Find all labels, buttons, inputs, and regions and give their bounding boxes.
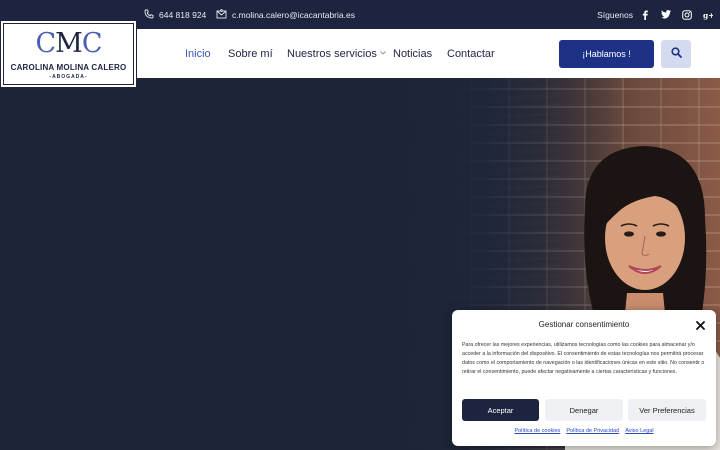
- nav-item-contactar[interactable]: Contactar: [447, 29, 495, 78]
- twitter-icon[interactable]: [661, 10, 671, 20]
- email-address: c.molina.calero@icacantabria.es: [232, 9, 355, 20]
- search-button[interactable]: [661, 40, 691, 68]
- google-plus-icon[interactable]: g+: [703, 10, 713, 20]
- privacy-policy-link[interactable]: Política de Privacidad: [566, 428, 619, 434]
- follow-label: Síguenos: [597, 9, 633, 20]
- nav-item-sobre-mi[interactable]: Sobre mí: [228, 29, 273, 78]
- instagram-icon[interactable]: [682, 9, 692, 20]
- nav-item-servicios-label: Nuestros servicios: [287, 47, 377, 60]
- phone-number: 644 818 924: [159, 9, 207, 20]
- hablamos-button[interactable]: ¡Hablamos !: [559, 40, 654, 68]
- cookie-policy-link[interactable]: Política de cookies: [514, 428, 560, 434]
- logo-subtitle: -ABOGADA-: [49, 74, 88, 80]
- email-contact[interactable]: c.molina.calero@icacantabria.es: [216, 0, 355, 29]
- cookie-links: Política de cookies Política de Privacid…: [452, 428, 716, 434]
- close-icon[interactable]: [694, 319, 706, 331]
- search-icon: [670, 45, 682, 63]
- nav-item-servicios[interactable]: Nuestros servicios: [287, 29, 386, 78]
- logo-mark: CMC: [35, 28, 103, 59]
- legal-notice-link[interactable]: Aviso Legal: [625, 428, 653, 434]
- site-logo[interactable]: CMC CAROLINA MOLINA CALERO -ABOGADA-: [0, 20, 137, 88]
- nav-item-inicio[interactable]: Inicio: [185, 29, 211, 78]
- nav-item-noticias[interactable]: Noticias: [393, 29, 432, 78]
- deny-button[interactable]: Denegar: [545, 399, 623, 421]
- cookie-consent-dialog: Gestionar consentimiento Para ofrecer la…: [452, 310, 716, 446]
- mail-icon: [216, 8, 227, 21]
- facebook-icon[interactable]: [640, 10, 650, 20]
- social-links: g+: [640, 0, 713, 29]
- accept-button[interactable]: Aceptar: [462, 399, 539, 421]
- chevron-down-icon: [380, 50, 386, 57]
- logo-name: CAROLINA MOLINA CALERO: [10, 63, 127, 72]
- phone-icon: [144, 9, 154, 21]
- cookie-title: Gestionar consentimiento: [538, 320, 630, 329]
- phone-contact[interactable]: 644 818 924: [144, 0, 206, 29]
- preferences-button[interactable]: Ver Preferencias: [628, 399, 706, 421]
- cookie-description: Para ofrecer las mejores experiencias, u…: [462, 342, 705, 375]
- svg-text:g+: g+: [703, 10, 713, 19]
